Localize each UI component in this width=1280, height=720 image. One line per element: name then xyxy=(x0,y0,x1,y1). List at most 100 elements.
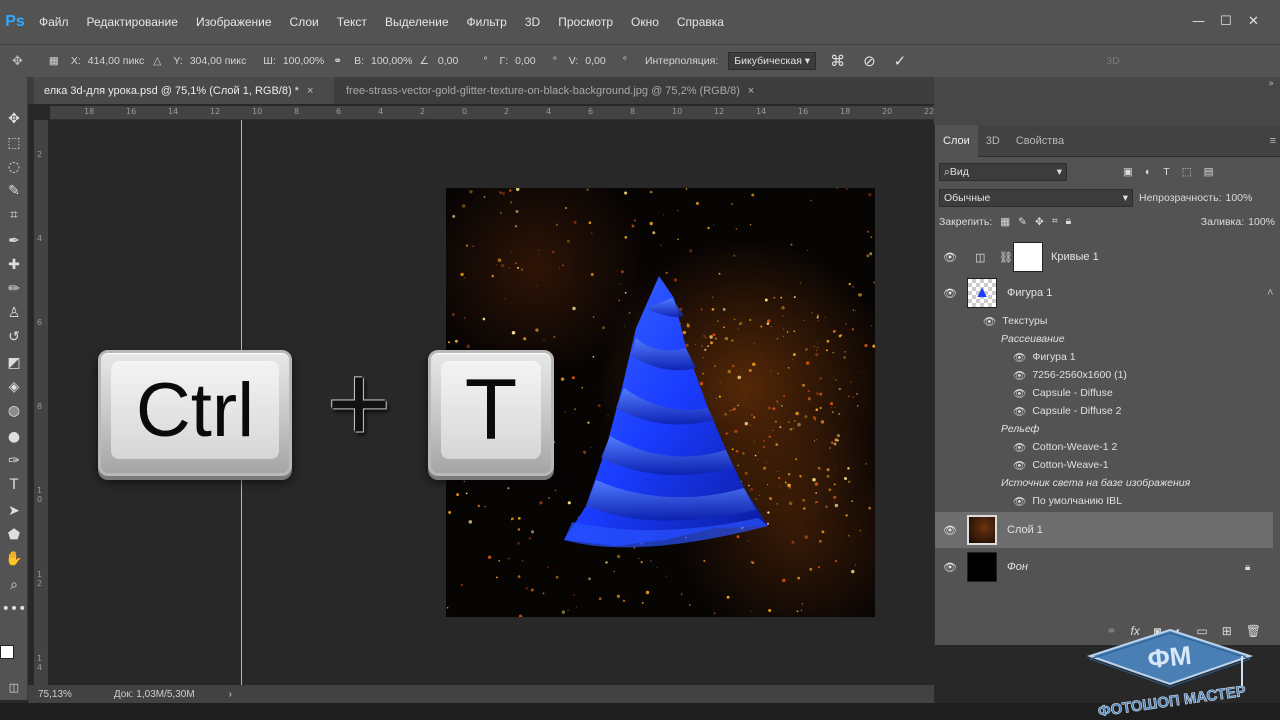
filter-shape-icon[interactable]: ⬚ xyxy=(1182,166,1192,178)
workspace-select[interactable]: 3D xyxy=(1106,55,1119,67)
texture-item[interactable]: 👁︎ По умолчанию IBL xyxy=(1013,492,1122,510)
close-tab-icon[interactable]: × xyxy=(307,85,313,97)
status-menu-arrow[interactable]: › xyxy=(229,689,232,700)
layer-row-layer1[interactable]: 👁︎ Слой 1 xyxy=(935,512,1273,548)
texture-item[interactable]: 👁︎ Cotton-Weave-1 2 xyxy=(1013,438,1117,456)
hskew-field[interactable]: 0,00 xyxy=(512,55,538,67)
angle-field[interactable]: 0,00 xyxy=(435,55,461,67)
cancel-transform-icon[interactable]: ⊘ xyxy=(863,52,876,70)
menu-item[interactable]: Окно xyxy=(622,15,668,29)
textures-group[interactable]: 👁︎ Текстуры xyxy=(983,312,1047,330)
healing-brush-tool-icon[interactable]: ✚ xyxy=(4,255,24,275)
crop-tool-icon[interactable]: ⌗ xyxy=(4,205,24,225)
visibility-eye-icon[interactable]: 👁︎ xyxy=(1013,387,1026,400)
collapse-panels-icon[interactable]: » xyxy=(1268,79,1274,89)
link-icon[interactable]: ⚭ xyxy=(333,55,342,67)
collapse-arrow-icon[interactable]: ˄ xyxy=(1267,287,1273,299)
opacity-field[interactable]: 100% xyxy=(1226,192,1253,204)
menu-item[interactable]: Файл xyxy=(30,15,78,29)
w-field[interactable]: 100,00% xyxy=(280,55,327,67)
texture-item[interactable]: 👁︎ Фигура 1 xyxy=(1013,348,1076,366)
tab-3d[interactable]: 3D xyxy=(978,125,1008,157)
eyedropper-tool-icon[interactable]: ✒ xyxy=(4,231,24,251)
tool-preset-icon[interactable]: ✥ xyxy=(12,53,23,69)
layer-row-background[interactable]: 👁︎ Фон 🔒︎ xyxy=(935,549,1273,585)
visibility-eye-icon[interactable]: 👁︎ xyxy=(1013,459,1026,472)
menu-item[interactable]: Изображение xyxy=(187,15,281,29)
pen-tool-icon[interactable]: ✑ xyxy=(4,451,24,471)
visibility-eye-icon[interactable]: 👁︎ xyxy=(943,287,957,300)
lasso-tool-icon[interactable]: ◌ xyxy=(4,157,24,177)
layer-row-curves[interactable]: 👁︎ ◫ ⛓︎ Кривые 1 xyxy=(935,239,1273,275)
filter-adjustment-icon[interactable]: ◐ xyxy=(1145,166,1151,178)
path-selection-tool-icon[interactable]: ➤ xyxy=(4,501,24,521)
close-button[interactable]: ✕ xyxy=(1248,14,1259,29)
brush-tool-icon[interactable]: ✏ xyxy=(4,279,24,299)
lock-all-icon[interactable]: 🔒︎ xyxy=(1066,215,1072,228)
vskew-field[interactable]: 0,00 xyxy=(582,55,608,67)
tab-properties[interactable]: Свойства xyxy=(1008,125,1072,157)
type-tool-icon[interactable]: T xyxy=(4,475,24,495)
x-field[interactable]: 414,00 пикс xyxy=(85,55,148,67)
texture-item[interactable]: 👁︎ Capsule - Diffuse xyxy=(1013,384,1113,402)
foreground-color-swatch[interactable] xyxy=(0,645,14,659)
move-tool-icon[interactable]: ✥ xyxy=(4,109,24,129)
menu-item[interactable]: 3D xyxy=(516,15,549,29)
eraser-tool-icon[interactable]: ◩ xyxy=(4,353,24,373)
quick-selection-tool-icon[interactable]: ✎ xyxy=(4,181,24,201)
layer-thumbnail[interactable] xyxy=(967,515,997,545)
menu-item[interactable]: Выделение xyxy=(376,15,458,29)
tab-document-2[interactable]: free-strass-vector-gold-glitter-texture-… xyxy=(334,77,764,104)
filter-type-icon[interactable]: T xyxy=(1163,166,1169,178)
quick-mask-icon[interactable]: ◫ xyxy=(4,677,24,697)
history-brush-tool-icon[interactable]: ↺ xyxy=(4,327,24,347)
visibility-eye-icon[interactable]: 👁︎ xyxy=(1013,495,1026,508)
lock-position-icon[interactable]: ✥ xyxy=(1035,216,1044,228)
visibility-eye-icon[interactable]: 👁︎ xyxy=(1013,351,1026,364)
paint-bucket-tool-icon[interactable]: ◈ xyxy=(4,377,24,397)
layer-filter-select[interactable]: ⌕ Вид ▾ xyxy=(939,163,1067,181)
blend-mode-select[interactable]: Обычные ▾ xyxy=(939,189,1133,207)
commit-transform-icon[interactable]: ✓ xyxy=(894,52,907,70)
texture-item[interactable]: 👁︎ Cotton-Weave-1 xyxy=(1013,456,1109,474)
filter-pixel-icon[interactable]: ▣ xyxy=(1123,166,1133,178)
delta-icon[interactable]: △ xyxy=(153,55,161,67)
visibility-eye-icon[interactable]: 👁︎ xyxy=(943,561,957,574)
menu-item[interactable]: Справка xyxy=(668,15,733,29)
tab-layers[interactable]: Слои xyxy=(935,124,978,157)
menu-item[interactable]: Слои xyxy=(281,15,328,29)
texture-item[interactable]: 👁︎ 7256-2560x1600 (1) xyxy=(1013,366,1127,384)
shape-tool-icon[interactable]: ⬟ xyxy=(4,525,24,545)
blur-tool-icon[interactable]: ◍ xyxy=(4,401,24,421)
filter-smart-object-icon[interactable]: ▤ xyxy=(1204,166,1214,178)
clone-stamp-tool-icon[interactable]: ♙ xyxy=(4,303,24,323)
hand-tool-icon[interactable]: ✋ xyxy=(4,549,24,569)
minimize-button[interactable]: — xyxy=(1192,14,1205,29)
y-field[interactable]: 304,00 пикс xyxy=(187,55,250,67)
interpolation-select[interactable]: Бикубическая ▾ xyxy=(728,52,817,70)
menu-item[interactable]: Редактирование xyxy=(78,15,187,29)
visibility-eye-icon[interactable]: 👁︎ xyxy=(943,251,957,264)
marquee-tool-icon[interactable]: ⬚ xyxy=(4,133,24,153)
menu-item[interactable]: Текст xyxy=(328,15,376,29)
lock-transparency-icon[interactable]: ▦ xyxy=(1000,216,1010,228)
visibility-eye-icon[interactable]: 👁︎ xyxy=(1013,405,1026,418)
warp-icon[interactable]: ⌘ xyxy=(830,52,845,70)
zoom-tool-icon[interactable]: ⌕ xyxy=(4,575,24,595)
lock-pixels-icon[interactable]: ✎ xyxy=(1018,216,1027,228)
menu-item[interactable]: Просмотр xyxy=(549,15,622,29)
texture-item[interactable]: 👁︎ Capsule - Diffuse 2 xyxy=(1013,402,1121,420)
layer-thumbnail[interactable] xyxy=(967,552,997,582)
maximize-button[interactable]: ☐ xyxy=(1220,14,1232,29)
more-tools-icon[interactable]: ••• xyxy=(2,599,27,619)
visibility-eye-icon[interactable]: 👁︎ xyxy=(1013,369,1026,382)
lock-artboard-icon[interactable]: ⌗ xyxy=(1052,215,1058,228)
visibility-eye-icon[interactable]: 👁︎ xyxy=(1013,441,1026,454)
menu-item[interactable]: Фильтр xyxy=(458,15,516,29)
3d-layer-thumbnail[interactable]: ▲ xyxy=(967,278,997,308)
layer-row-shape[interactable]: 👁︎ ▲ Фигура 1 ˄ xyxy=(935,275,1273,311)
h-field[interactable]: 100,00% xyxy=(368,55,415,67)
close-tab-icon[interactable]: × xyxy=(748,85,754,97)
reference-point-icon[interactable]: ▦ xyxy=(49,55,59,67)
panel-menu-icon[interactable]: ≡ xyxy=(1270,135,1276,147)
